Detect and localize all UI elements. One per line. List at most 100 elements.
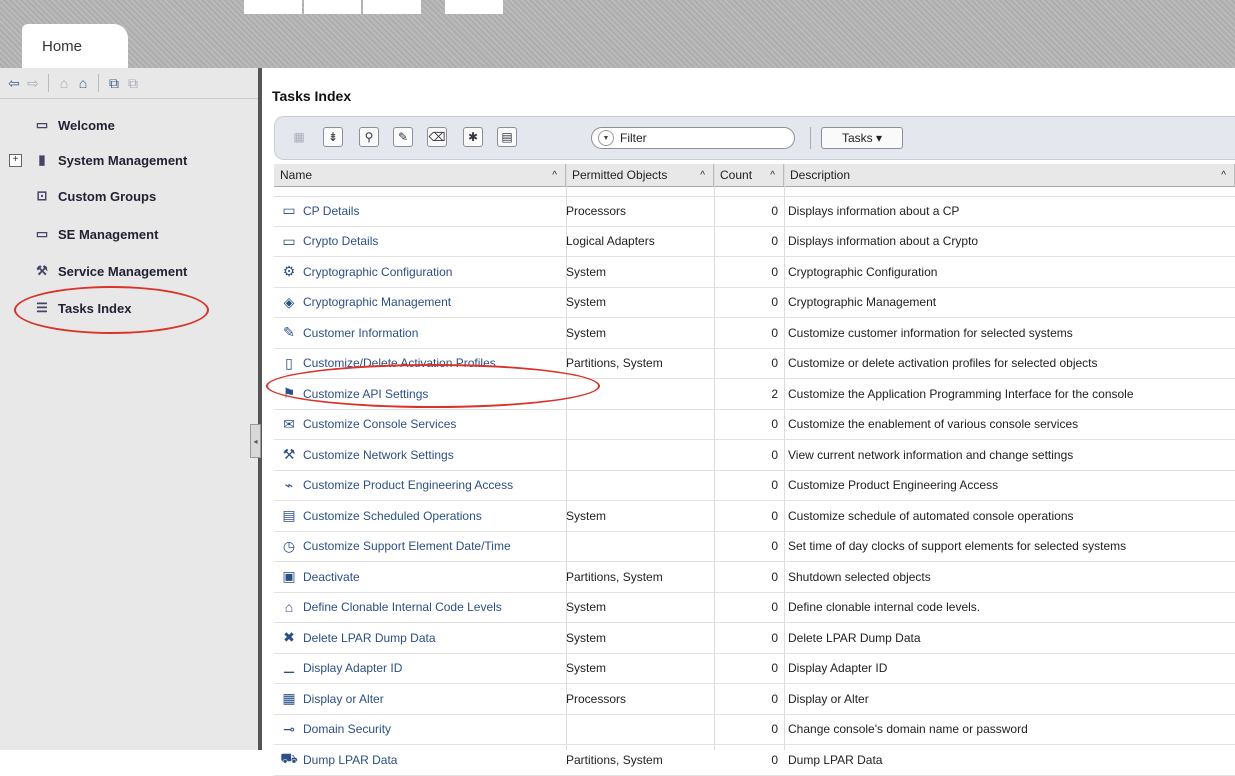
monitor-icon: ▭ [282,202,296,218]
column-header-count[interactable]: Count ^ [714,164,784,186]
home-tab[interactable]: Home [22,24,128,68]
home-set-icon[interactable]: ⌂ [75,75,91,91]
table-view-icon[interactable]: ▦ [289,127,309,147]
column-header-permitted[interactable]: Permitted Objects ^ [566,164,714,186]
collapse-nav-handle[interactable]: ◂ [250,424,261,458]
table-row[interactable]: ◈ Cryptographic Management System 0 Cryptogr… [274,288,1235,318]
table-row[interactable]: ◷ Customize Support Element Date/Time 0 Set… [274,532,1235,562]
sort-icon[interactable]: ^ [1221,170,1226,181]
clock-icon: ◷ [282,537,296,554]
tools-icon: ⚒ [36,263,48,278]
sort-icon[interactable]: ^ [552,170,557,181]
permitted-objects: System [566,661,607,675]
table-row[interactable]: ▭ Crypto Details Logical Adapters 0 Displays… [274,227,1235,257]
description: Display Adapter ID [788,661,888,675]
console-services-icon: ✉ [283,415,295,432]
count: 0 [771,691,778,706]
task-name-link[interactable]: ▭ Crypto Details [280,227,560,256]
top-tab-stub [363,0,421,14]
table-row[interactable]: ⊸ Domain Security 0 Change console's domain… [274,715,1235,745]
description: Customize or delete activation profiles … [788,356,1098,370]
settings-icon[interactable]: ✱ [463,127,483,147]
count: 0 [771,356,778,370]
nav-item-system-management[interactable]: ▮ System Management [34,147,187,173]
description: Displays information about a Crypto [788,234,979,248]
task-name-link[interactable]: ◈ Cryptographic Management [280,288,560,317]
table-row[interactable]: ▤ Customize Scheduled Operations System 0 Cu… [274,501,1235,532]
column-header-name[interactable]: Name ^ [274,164,566,186]
adapter-icon: ⚊ [282,659,296,676]
count: 0 [771,722,778,736]
task-name-link[interactable]: ⌂ Define Clonable Internal Code Levels [280,593,560,622]
description: Dump LPAR Data [788,752,883,767]
clear-icon[interactable]: ⌫ [427,127,447,147]
table-row[interactable]: ⌁ Customize Product Engineering Access 0 Cu… [274,471,1235,501]
description: Customize the enablement of various cons… [788,417,1079,431]
crypto-config-icon: ⚙ [282,263,296,279]
task-name-link[interactable]: ✖ Delete LPAR Dump Data [280,623,560,652]
deactivate-icon: ▣ [282,568,296,584]
permitted-objects: System [566,600,607,614]
table-row[interactable]: ⌂ Define Clonable Internal Code Levels Sys… [274,593,1235,623]
collapse-all-icon[interactable]: ⧉ [125,75,141,91]
highlight-oval-api-settings [266,364,600,408]
expand-all-icon[interactable]: ⧉ [106,75,122,91]
description: Customize the Application Programming In… [788,386,1134,401]
page-title: Tasks Index [272,88,352,104]
task-name-link[interactable]: ◷ Customize Support Element Date/Time [280,532,560,561]
filter-dropdown-icon[interactable]: ▼ [598,130,614,146]
column-header-description[interactable]: Description ^ [784,164,1235,186]
table-row[interactable]: ✖ Delete LPAR Dump Data System 0 Delete LPAR… [274,623,1235,654]
back-icon[interactable]: ⇦ [6,75,22,91]
table-row[interactable]: ✎ Customer Information System 0 Customize cu… [274,318,1235,349]
task-name-link[interactable]: ▤ Customize Scheduled Operations [280,501,560,530]
nav-item-se-management[interactable]: ▭ SE Management [34,221,159,247]
filter-config-icon[interactable]: ⚲ [359,127,379,147]
task-name-link[interactable]: ✎ Customer Information [280,318,560,347]
properties-icon[interactable]: ▤ [497,127,517,147]
description: View current network information and cha… [788,447,1074,462]
table-row[interactable]: ⚒ Customize Network Settings 0 View current… [274,440,1235,471]
task-name-link[interactable]: ⚊ Display Adapter ID [280,654,560,683]
count: 0 [771,295,778,309]
top-tab-stub [244,0,302,14]
groups-icon: ⊡ [36,188,48,203]
count: 0 [771,508,778,523]
expand-system-management[interactable]: + [9,154,22,167]
count: 0 [771,234,778,248]
home-icon[interactable]: ⌂ [56,75,72,91]
table-row[interactable]: ▦ Display or Alter Processors 0 Display or A… [274,684,1235,715]
description: Cryptographic Configuration [788,264,938,279]
column-config-icon[interactable]: ⇟ [323,127,343,147]
task-name-link[interactable]: ✉ Customize Console Services [280,410,560,439]
task-name-link[interactable]: ⚒ Customize Network Settings [280,440,560,469]
sort-icon[interactable]: ^ [770,170,775,181]
nav-item-custom-groups[interactable]: ⊡ Custom Groups [34,183,157,209]
table-row[interactable]: ✉ Customize Console Services 0 Customize th… [274,410,1235,440]
forward-icon[interactable]: ⇨ [25,75,41,91]
task-name-link[interactable]: ⛟ Dump LPAR Data [280,745,560,774]
edit-icon[interactable]: ✎ [393,127,413,147]
task-name-link[interactable]: ⌁ Customize Product Engineering Access [280,471,560,500]
filter-input[interactable]: ▼ Filter [591,127,795,149]
server-icon: ▮ [38,152,46,167]
task-name-link[interactable]: ▣ Deactivate [280,562,560,591]
display-alter-icon: ▦ [282,690,296,706]
tasks-menu-button[interactable]: Tasks ▾ [821,127,903,149]
window-icon: ▭ [35,117,49,132]
permitted-objects: Processors [566,691,627,706]
sort-icon[interactable]: ^ [700,170,705,181]
nav-item-welcome[interactable]: ▭ Welcome [34,112,115,138]
count: 0 [771,264,778,279]
task-name-link[interactable]: ⚙ Cryptographic Configuration [280,257,560,286]
schedule-icon: ▤ [282,507,296,523]
task-name-link[interactable]: ▭ CP Details [280,196,560,225]
task-name-link[interactable]: ⊸ Domain Security [280,715,560,744]
nav-item-service-management[interactable]: ⚒ Service Management [34,258,187,284]
table-row[interactable]: ▣ Deactivate Partitions, System 0 Shutdown s… [274,562,1235,593]
permitted-objects [566,410,710,439]
table-row[interactable]: ⚙ Cryptographic Configuration System 0 Crypt… [274,257,1235,288]
table-row[interactable]: ▭ CP Details Processors 0 Displays informati… [274,196,1235,227]
table-row[interactable]: ⚊ Display Adapter ID System 0 Display Adapte… [274,654,1235,684]
task-name-link[interactable]: ▦ Display or Alter [280,684,560,713]
